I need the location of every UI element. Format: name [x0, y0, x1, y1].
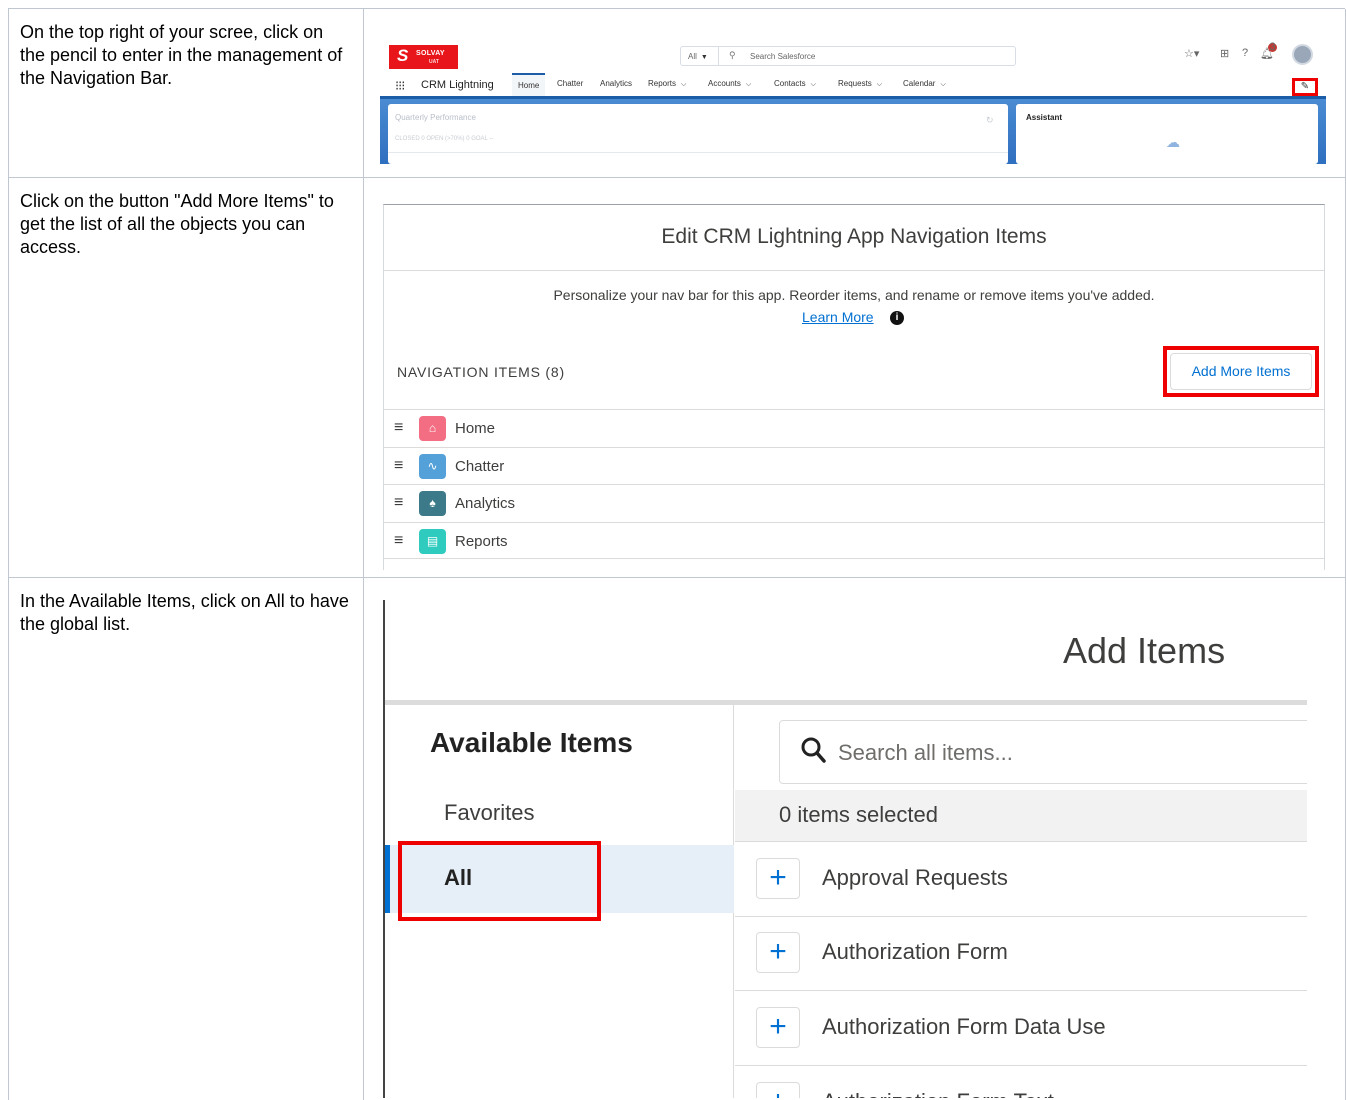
- edit-nav-items-modal: Edit CRM Lightning App Navigation Items …: [383, 204, 1325, 570]
- step-1-screenshot: S SOLVAY UAT All ▼ ⚲ Search Salesforce ☆▾…: [364, 9, 1346, 177]
- step-1-instruction: On the top right of your scree, click on…: [9, 9, 364, 177]
- tab-accounts[interactable]: Accounts ⌵: [708, 79, 751, 89]
- drag-handle-icon[interactable]: ≡: [394, 457, 403, 475]
- tab-chatter[interactable]: Chatter: [557, 79, 583, 88]
- list-item: + Authorization Form Text: [735, 1067, 1307, 1098]
- app-launcher-icon[interactable]: ⁝⁝⁝: [395, 78, 405, 94]
- chevron-down-icon: ⌵: [745, 81, 752, 88]
- sidebar-item-all-highlight: All: [398, 841, 601, 921]
- step-2-instruction: Click on the button "Add More Items" to …: [9, 178, 364, 577]
- step-row-3: In the Available Items, click on All to …: [9, 578, 1346, 1100]
- solvay-logo: S SOLVAY UAT: [389, 45, 458, 69]
- caret-down-icon: ▼: [700, 54, 708, 61]
- step-3-screenshot: Add Items Available Items Favorites All: [364, 578, 1346, 1100]
- drag-handle-icon[interactable]: ≡: [394, 419, 403, 437]
- dialog-title: Add Items: [1063, 630, 1226, 671]
- chatter-pulse-icon: ∿: [419, 453, 446, 479]
- modal-description: Personalize your nav bar for this app. R…: [553, 287, 1155, 303]
- nav-item-analytics[interactable]: ≡ ♠ Analytics: [384, 484, 1324, 522]
- notification-badge: 3: [1268, 41, 1277, 53]
- favorites-star-icon[interactable]: ☆▾: [1184, 47, 1199, 60]
- tab-requests[interactable]: Requests ⌵: [838, 79, 882, 89]
- home-icon: ⌂: [419, 416, 446, 441]
- step-3-instruction: In the Available Items, click on All to …: [9, 578, 364, 1100]
- quarterly-performance-card: Quarterly Performance ↻ CLOSED 0 OPEN (>…: [388, 104, 1008, 164]
- search-icon: [801, 737, 826, 763]
- modal-title: Edit CRM Lightning App Navigation Items: [384, 205, 1324, 271]
- divider: [388, 152, 1008, 153]
- app-navigation-bar: ⁝⁝⁝ CRM Lightning Home Chatter Analytics…: [380, 73, 1326, 99]
- chevron-down-icon: ⌵: [876, 81, 883, 88]
- global-search[interactable]: All ▼ ⚲ Search Salesforce: [680, 46, 1016, 66]
- add-items-dialog: Add Items Available Items Favorites All: [383, 600, 1307, 1098]
- add-more-items-highlight: Add More Items: [1163, 346, 1319, 397]
- help-icon[interactable]: ?: [1242, 47, 1248, 59]
- reports-icon: ▤: [419, 528, 446, 554]
- tab-analytics[interactable]: Analytics: [600, 79, 632, 88]
- tab-reports[interactable]: Reports ⌵: [648, 79, 686, 89]
- list-item: + Authorization Form Data Use: [735, 992, 1307, 1066]
- assistant-card: Assistant ☁: [1016, 104, 1318, 164]
- search-all-items-input[interactable]: Search all items...: [779, 720, 1307, 784]
- step-row-2: Click on the button "Add More Items" to …: [9, 178, 1346, 578]
- header-icons: ☆▾ ⊞ ? 🔔︎ 3: [1184, 41, 1324, 65]
- list-item: + Approval Requests: [735, 843, 1307, 917]
- nav-item-home[interactable]: ≡ ⌂ Home: [384, 409, 1324, 447]
- add-item-button[interactable]: +: [756, 1082, 800, 1098]
- items-panel: Search all items... 0 items selected + A…: [735, 705, 1307, 1098]
- available-items-sidebar: Available Items Favorites All: [385, 705, 734, 1098]
- selection-summary: 0 items selected: [735, 790, 1307, 842]
- app-name: CRM Lightning: [421, 79, 494, 91]
- learn-more-link[interactable]: Learn More: [802, 309, 874, 325]
- solvay-s-logo-icon: S: [397, 46, 409, 65]
- user-avatar[interactable]: [1292, 44, 1313, 65]
- available-items-heading: Available Items: [430, 727, 633, 758]
- info-icon: i: [890, 311, 904, 325]
- instruction-table: On the top right of your scree, click on…: [8, 8, 1346, 1100]
- search-icon: ⚲: [729, 50, 736, 60]
- navigation-items-heading: NAVIGATION ITEMS (8): [397, 364, 565, 380]
- cloud-illustration-icon: ☁: [1166, 134, 1180, 150]
- add-item-button[interactable]: +: [756, 932, 800, 973]
- step-row-1: On the top right of your scree, click on…: [9, 9, 1346, 178]
- tab-home[interactable]: Home: [512, 73, 546, 96]
- search-scope-select[interactable]: All ▼: [681, 47, 719, 65]
- pencil-icon: ✎: [1300, 81, 1310, 92]
- add-more-items-button[interactable]: Add More Items: [1170, 353, 1312, 390]
- sidebar-item-all[interactable]: All: [444, 865, 472, 891]
- chevron-down-icon: ⌵: [940, 81, 946, 88]
- global-add-icon[interactable]: ⊞: [1220, 47, 1229, 60]
- chevron-down-icon: ⌵: [681, 81, 687, 88]
- nav-item-chatter[interactable]: ≡ ∿ Chatter: [384, 446, 1324, 485]
- nav-item-reports[interactable]: ≡ ▤ Reports: [384, 521, 1324, 559]
- sidebar-item-favorites[interactable]: Favorites: [444, 800, 534, 826]
- step-2-screenshot: Edit CRM Lightning App Navigation Items …: [364, 178, 1346, 577]
- tab-contacts[interactable]: Contacts ⌵: [774, 79, 816, 89]
- add-item-button[interactable]: +: [756, 1007, 800, 1048]
- analytics-icon: ♠: [419, 491, 446, 516]
- drag-handle-icon[interactable]: ≡: [394, 494, 403, 512]
- add-item-button[interactable]: +: [756, 858, 800, 899]
- search-placeholder: Search Salesforce: [750, 52, 816, 61]
- navigation-items-list: ≡ ⌂ Home ≡ ∿ Chatter ≡ ♠ Analytics ≡ ▤ R…: [384, 409, 1324, 559]
- edit-nav-pencil-button[interactable]: ✎: [1292, 78, 1318, 96]
- salesforce-header-screenshot: S SOLVAY UAT All ▼ ⚲ Search Salesforce ☆▾…: [380, 37, 1326, 164]
- refresh-icon[interactable]: ↻: [986, 115, 994, 126]
- drag-handle-icon[interactable]: ≡: [394, 532, 403, 550]
- chevron-down-icon: ⌵: [810, 81, 816, 88]
- list-item: + Authorization Form: [735, 917, 1307, 991]
- search-placeholder: Search all items...: [838, 740, 1013, 765]
- tab-calendar[interactable]: Calendar ⌵: [903, 79, 946, 89]
